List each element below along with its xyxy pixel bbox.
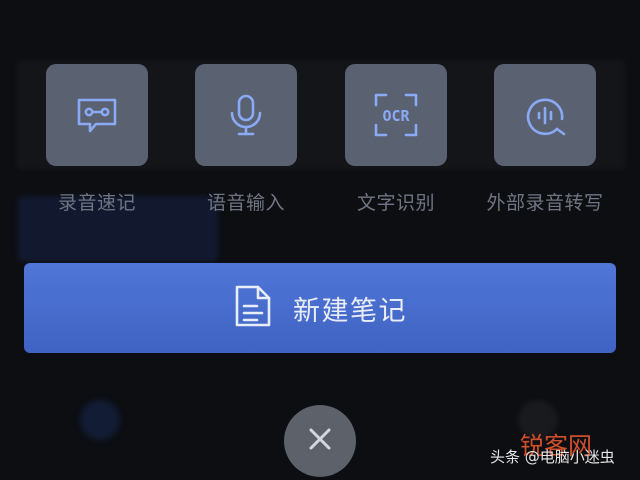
voice-memo-icon xyxy=(73,91,121,139)
voice-input-button[interactable] xyxy=(195,64,297,166)
ocr-button[interactable]: OCR xyxy=(345,64,447,166)
new-note-button[interactable]: 新建笔记 xyxy=(24,263,616,353)
close-button[interactable] xyxy=(284,405,356,477)
ocr-scan-icon: OCR xyxy=(371,90,421,140)
voice-input-label: 语音输入 xyxy=(206,192,285,214)
watermark-handle: @电脑小迷虫 xyxy=(524,448,615,466)
watermark-prefix: 头条 xyxy=(490,448,521,466)
external-transcribe-button[interactable] xyxy=(494,64,596,166)
ocr-icon-text: OCR xyxy=(382,107,410,125)
background-blur xyxy=(80,400,120,440)
close-icon xyxy=(308,427,332,455)
voice-memo-label: 录音速记 xyxy=(57,192,136,214)
document-icon xyxy=(233,283,273,333)
audio-transcribe-icon xyxy=(521,91,569,139)
voice-memo-button[interactable] xyxy=(46,64,148,166)
ocr-label: 文字识别 xyxy=(356,192,435,214)
microphone-icon xyxy=(222,91,270,139)
new-note-label: 新建笔记 xyxy=(293,295,407,327)
external-transcribe-label: 外部录音转写 xyxy=(486,192,604,214)
watermark: 头条 @电脑小迷虫 xyxy=(490,446,615,467)
